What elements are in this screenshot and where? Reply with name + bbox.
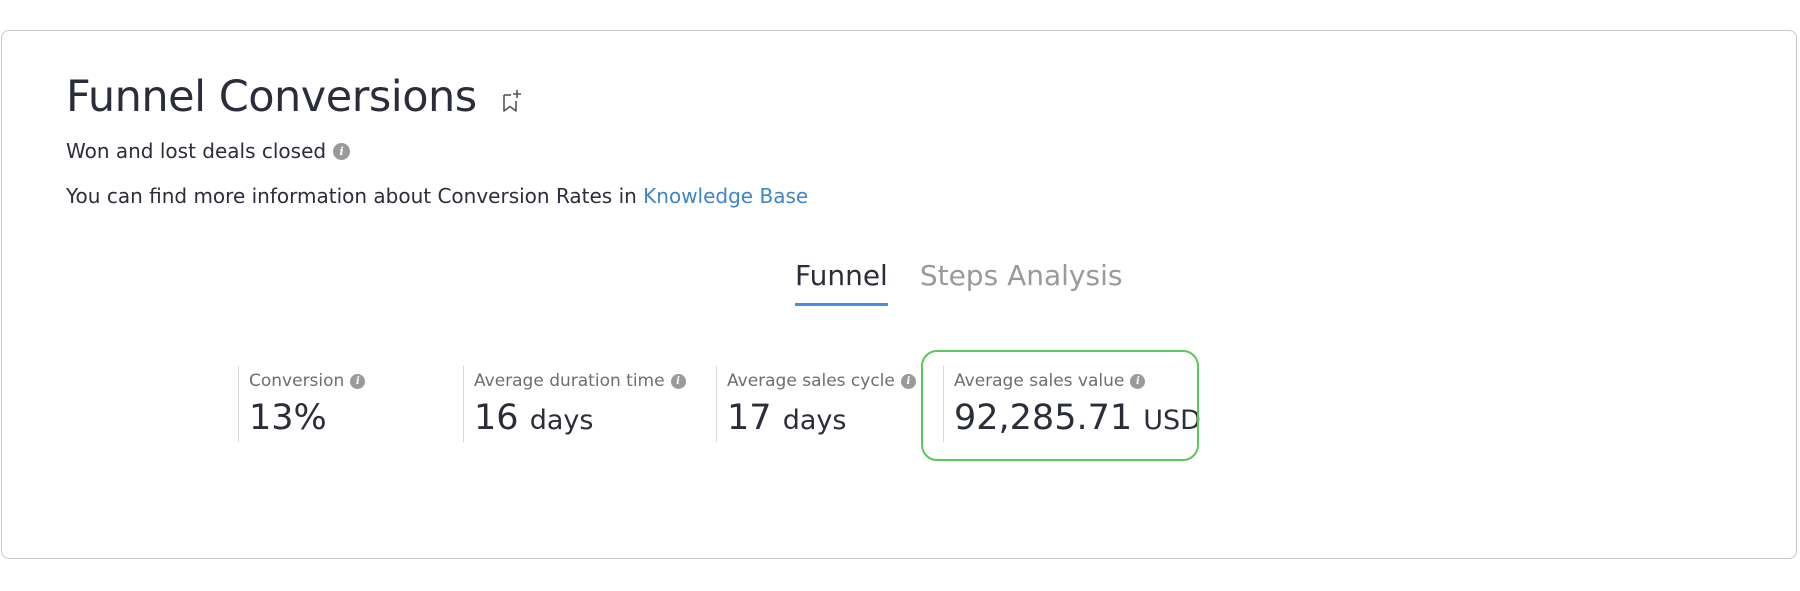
bookmark-add-icon[interactable] (501, 88, 523, 114)
metric-value: 92,285.71 USD (954, 398, 1201, 438)
metric-value: 13% (249, 398, 327, 438)
info-icon[interactable]: i (900, 373, 916, 389)
metric-label: Average duration time (474, 371, 665, 391)
funnel-conversions-card: Funnel Conversions Won and lost deals cl… (1, 30, 1797, 559)
metric-average-sales-value: Average sales value i 92,285.71 USD (943, 366, 1201, 442)
metric-average-duration-time: Average duration time i 16 days (463, 366, 686, 442)
metric-label: Average sales value (954, 371, 1125, 391)
metric-unit: days (782, 405, 847, 436)
metric-value: 16 days (474, 398, 594, 438)
metric-unit: days (529, 405, 594, 436)
subtitle: Won and lost deals closed (66, 139, 327, 163)
knowledge-base-link[interactable]: Knowledge Base (643, 184, 808, 208)
title-row: Funnel Conversions (66, 76, 523, 119)
metric-label: Average sales cycle (727, 371, 895, 391)
info-icon[interactable]: i (350, 373, 366, 389)
info-text: You can find more information about Conv… (66, 184, 644, 208)
subtitle-row: Won and lost deals closed i (66, 139, 351, 163)
metric-value: 17 days (727, 398, 847, 438)
metric-unit: USD (1143, 405, 1201, 436)
tabs: Funnel Steps Analysis (795, 259, 1154, 306)
info-icon[interactable]: i (333, 142, 351, 160)
knowledge-base-note: You can find more information about Conv… (66, 184, 808, 208)
metric-label: Conversion (249, 371, 345, 391)
info-icon[interactable]: i (670, 373, 686, 389)
tab-steps-analysis[interactable]: Steps Analysis (920, 259, 1123, 306)
metric-conversion: Conversion i 13% (238, 366, 366, 442)
info-icon[interactable]: i (1130, 373, 1146, 389)
tab-funnel[interactable]: Funnel (795, 259, 888, 306)
metric-average-sales-cycle: Average sales cycle i 17 days (716, 366, 916, 442)
page-title: Funnel Conversions (66, 72, 477, 122)
